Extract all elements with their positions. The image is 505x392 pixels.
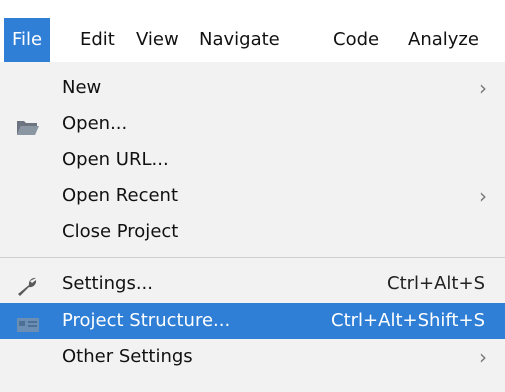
folder-icon xyxy=(16,114,40,135)
menu-item-open-url[interactable]: Open URL... xyxy=(0,142,505,178)
menu-navigate[interactable]: Navigate xyxy=(191,18,288,62)
file-menu-dropdown: New › Open... Open URL... Open Recent › … xyxy=(0,62,505,392)
menu-item-project-structure[interactable]: Project Structure... Ctrl+Alt+Shift+S xyxy=(0,303,505,339)
menu-bar: File Edit View Navigate Code Analyze xyxy=(0,0,505,70)
chevron-right-icon: › xyxy=(479,345,487,369)
shortcut-settings: Ctrl+Alt+S xyxy=(387,273,485,294)
wrench-icon xyxy=(16,274,40,296)
menu-analyze[interactable]: Analyze xyxy=(400,18,487,62)
menu-item-new[interactable]: New › xyxy=(0,70,505,106)
menu-item-open-label: Open... xyxy=(62,113,128,134)
menu-item-settings-label: Settings... xyxy=(62,273,153,294)
shortcut-project-structure: Ctrl+Alt+Shift+S xyxy=(331,310,485,331)
menu-item-close-project-label: Close Project xyxy=(62,221,179,242)
menu-item-open-recent-label: Open Recent xyxy=(62,185,179,206)
menu-item-new-label: New xyxy=(62,77,102,98)
chevron-right-icon: › xyxy=(479,184,487,208)
menu-edit-label: Edit xyxy=(80,29,115,50)
menu-view-label: View xyxy=(136,29,179,50)
menu-navigate-label: Navigate xyxy=(199,29,280,50)
menu-analyze-label: Analyze xyxy=(408,29,479,50)
menu-code[interactable]: Code xyxy=(325,18,387,62)
chevron-right-icon: › xyxy=(479,76,487,100)
menu-item-project-structure-label: Project Structure... xyxy=(62,310,231,331)
menu-code-label: Code xyxy=(333,29,380,50)
menu-item-open[interactable]: Open... xyxy=(0,106,505,142)
menu-file-label: File xyxy=(12,29,43,50)
menu-edit[interactable]: Edit xyxy=(72,18,123,62)
menu-separator xyxy=(0,257,505,258)
menu-item-other-settings[interactable]: Other Settings › xyxy=(0,339,505,375)
menu-view[interactable]: View xyxy=(128,18,187,62)
project-structure-icon xyxy=(16,311,40,332)
menu-item-other-settings-label: Other Settings xyxy=(62,346,193,367)
menu-item-open-recent[interactable]: Open Recent › xyxy=(0,178,505,214)
menu-item-close-project[interactable]: Close Project xyxy=(0,214,505,250)
menu-item-settings[interactable]: Settings... Ctrl+Alt+S xyxy=(0,266,505,302)
menu-file[interactable]: File xyxy=(4,18,51,62)
menu-item-open-url-label: Open URL... xyxy=(62,149,169,170)
